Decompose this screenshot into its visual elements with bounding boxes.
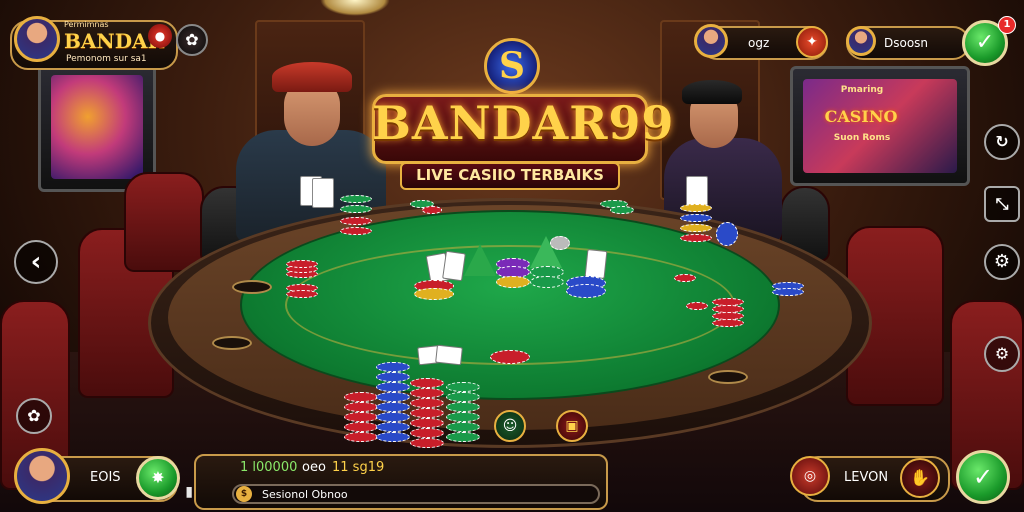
table-card	[584, 249, 608, 279]
profile-subtitle: Pemonom sur sa1	[66, 54, 147, 64]
level-label: LEVON	[844, 470, 889, 485]
player-avatar[interactable]	[14, 448, 70, 504]
dealer-marker	[464, 244, 496, 276]
notification-badge: 1	[998, 16, 1016, 34]
slot-small-bottom: Suon Roms	[833, 133, 891, 143]
profile-avatar[interactable]	[14, 16, 60, 62]
coin-icon: $	[236, 486, 252, 502]
cup-holder	[212, 336, 252, 350]
ceiling-lamp	[320, 0, 390, 16]
bet-amount-mid: oeo	[302, 460, 326, 475]
gift-icon[interactable]: ✦	[796, 26, 828, 58]
chips-icon[interactable]: ●	[148, 24, 172, 48]
emote-icon[interactable]: ✿	[16, 398, 52, 434]
slot-title: CASINO	[824, 107, 898, 126]
opponent-avatar[interactable]	[694, 24, 728, 58]
emoji-icon[interactable]: ☺	[494, 410, 526, 442]
top-info-label-1: ogz	[748, 36, 770, 50]
logo-title: BANDAR99	[372, 96, 675, 150]
top-info-label-2: Dsoosn	[884, 36, 929, 50]
chip-stack-icon: ◎	[790, 456, 830, 496]
profile-brand-small: Permimnas	[64, 20, 109, 29]
gear-icon[interactable]: ⚙	[984, 244, 1020, 280]
table-card	[435, 344, 463, 366]
fullscreen-off-icon[interactable]: ⤡	[984, 186, 1020, 222]
drink-icon[interactable]: ▣	[556, 410, 588, 442]
trophy-icon[interactable]: ✸	[136, 456, 180, 500]
settings-icon[interactable]: ✿	[176, 24, 208, 56]
settings-gear-icon[interactable]: ⚙	[984, 336, 1020, 372]
cup-holder	[708, 370, 748, 384]
table-card	[442, 250, 466, 282]
hand-icon[interactable]: ✋	[900, 458, 940, 498]
bet-amount-right: 11 sg19	[332, 460, 385, 475]
slot-small-top: Pmaring	[840, 85, 884, 95]
bet-amount-left: 1 l00000	[240, 460, 298, 475]
rotate-icon[interactable]: ↻	[984, 124, 1020, 160]
logo-emblem-icon: S	[484, 38, 540, 94]
back-arrow-icon[interactable]: ‹	[14, 240, 58, 284]
player-label: EOIS	[90, 470, 121, 485]
cup-holder	[232, 280, 272, 294]
bandar99-logo: S BANDAR99 LIVE CASIIO TERBAIKS	[372, 38, 675, 192]
slot-machine-left	[38, 62, 156, 192]
logo-subtitle: LIVE CASIIO TERBAIKS	[416, 166, 604, 184]
opponent-avatar-2[interactable]	[846, 26, 876, 56]
chat-input[interactable]: Sesionol Obnoo	[262, 488, 348, 501]
confirm-button[interactable]: ✓	[956, 450, 1010, 504]
chair	[124, 172, 204, 272]
slot-machine-right: Pmaring CASINO Suon Roms	[790, 66, 970, 186]
